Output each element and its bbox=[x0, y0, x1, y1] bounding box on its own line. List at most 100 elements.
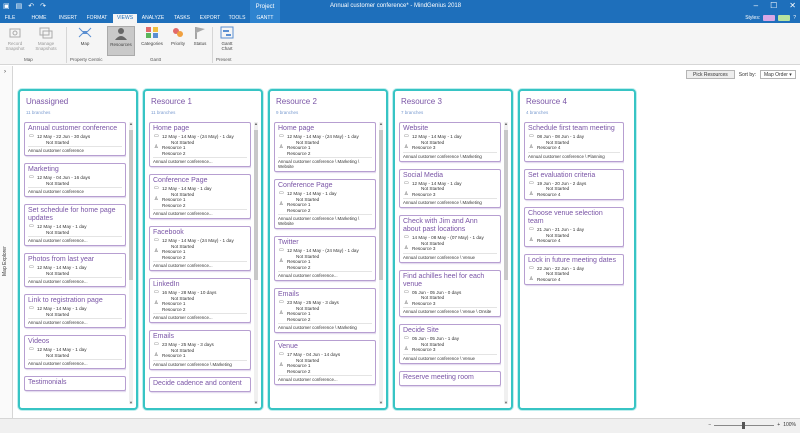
close-icon[interactable]: ✕ bbox=[789, 1, 796, 10]
scroll-thumb[interactable] bbox=[379, 130, 383, 280]
scroll-up-icon[interactable]: ▲ bbox=[379, 121, 383, 126]
zoom-slider-knob[interactable] bbox=[742, 421, 746, 429]
task-card[interactable]: Find achilles heel for each venue ▭ 05 Jun… bbox=[399, 269, 501, 317]
scroll-up-icon[interactable]: ▲ bbox=[129, 121, 133, 126]
task-card[interactable]: Home page ▭ 12 May - 14 May - (24 May) - 1… bbox=[149, 122, 251, 167]
tab-views[interactable]: VIEWS bbox=[113, 14, 137, 23]
task-card[interactable]: Website ▭ 12 May - 14 May - 1 day Not Start… bbox=[399, 122, 501, 162]
categories-view-button[interactable]: Categories bbox=[138, 26, 166, 56]
task-card[interactable]: LinkedIn ▭ 16 May - 28 May - 10 days Not St… bbox=[149, 278, 251, 323]
style-chip-green[interactable] bbox=[778, 15, 791, 21]
zoom-slider[interactable] bbox=[714, 421, 775, 429]
redo-icon[interactable]: ↷ bbox=[40, 2, 46, 10]
undo-icon[interactable]: ↶ bbox=[28, 2, 34, 10]
resource-name: Resource 2 bbox=[162, 306, 186, 312]
maximize-icon[interactable]: ☐ bbox=[770, 1, 777, 10]
record-snapshot-button[interactable]: Record Snapshot bbox=[3, 26, 27, 56]
style-chip-purple[interactable] bbox=[763, 15, 776, 21]
minimize-icon[interactable]: – bbox=[754, 1, 758, 10]
project-context-tab[interactable]: Project bbox=[250, 0, 280, 14]
calendar-icon: ▭ bbox=[29, 174, 34, 180]
help-icon[interactable]: ? bbox=[793, 15, 796, 21]
task-path: Annual customer conference... bbox=[28, 359, 122, 366]
status-view-button[interactable]: Status bbox=[190, 26, 210, 56]
sort-order-select[interactable]: Map Order ▾ bbox=[760, 70, 796, 79]
vertical-scrollbar[interactable]: ▲ ▼ bbox=[129, 121, 133, 405]
pick-resources-button[interactable]: Pick Resources bbox=[686, 70, 735, 79]
title-bar: ▣ ▤ ↶ ↷ Project Annual customer conferen… bbox=[0, 0, 800, 14]
tab-analyze[interactable]: ANALYZE bbox=[139, 14, 167, 23]
expand-panel-icon[interactable]: › bbox=[4, 69, 6, 75]
scroll-up-icon[interactable]: ▲ bbox=[254, 121, 258, 126]
save-icon[interactable]: ▤ bbox=[16, 2, 23, 10]
tab-tools[interactable]: TOOLS bbox=[226, 14, 248, 23]
task-date-row: ▭ 12 May - 14 May - (24 May) - 1 day bbox=[278, 133, 372, 140]
task-card[interactable]: Photos from last year ▭ 12 May - 14 May - … bbox=[24, 253, 126, 287]
task-path: Annual customer conference \ Venue \ Ons… bbox=[403, 307, 497, 314]
map-explorer-panel[interactable]: › Map Explorer bbox=[0, 66, 13, 418]
task-card[interactable]: Home page ▭ 12 May - 14 May - (24 May) - 1… bbox=[274, 122, 376, 172]
scroll-down-icon[interactable]: ▼ bbox=[504, 400, 508, 405]
zoom-in-icon[interactable]: + bbox=[777, 422, 780, 428]
task-card[interactable]: Emails ▭ 23 May - 25 May - 3 days Not Start… bbox=[149, 330, 251, 370]
task-card[interactable]: Facebook ▭ 12 May - 14 May - (24 May) - 1 … bbox=[149, 226, 251, 271]
task-card[interactable]: Set schedule for home page updates ▭ 12 Ma… bbox=[24, 204, 126, 246]
ribbon-tabs: FILE HOME INSERT FORMAT VIEWS ANALYZE TA… bbox=[0, 14, 800, 23]
zoom-out-icon[interactable]: − bbox=[708, 422, 711, 428]
task-card[interactable]: Annual customer conference ▭ 12 May - 22 J… bbox=[24, 122, 126, 156]
task-card[interactable]: Conference Page ▭ 12 May - 14 May - 1 day N… bbox=[149, 174, 251, 219]
zoom-level: 100% bbox=[783, 422, 796, 428]
resource-name: Resource 3 bbox=[412, 145, 436, 150]
task-card[interactable]: Reserve meeting room bbox=[399, 370, 501, 386]
task-card[interactable]: Conference Page ▭ 12 May - 14 May - 1 day N… bbox=[274, 179, 376, 229]
scroll-up-icon[interactable]: ▲ bbox=[504, 121, 508, 126]
vertical-scrollbar[interactable]: ▲ ▼ bbox=[379, 121, 383, 405]
task-card[interactable]: Lock in future meeting dates ▭ 22 Jun - 22… bbox=[524, 253, 624, 285]
vertical-scrollbar[interactable]: ▲ ▼ bbox=[254, 121, 258, 405]
person-icon: ♙ bbox=[529, 237, 534, 243]
task-card[interactable]: Check with Jim and Ann about past locati… bbox=[399, 215, 501, 263]
task-dates: 14 May - 08 May - (07 May) - 1 day bbox=[412, 235, 484, 240]
task-card[interactable]: Decide Site ▭ 05 Jun - 05 Jun - 1 day Not S… bbox=[399, 324, 501, 364]
task-card[interactable]: Emails ▭ 23 May - 25 May - 3 days Not Start… bbox=[274, 288, 376, 333]
tab-format[interactable]: FORMAT bbox=[83, 14, 111, 23]
task-dates: 12 May - 04 Jun - 16 days bbox=[37, 175, 91, 180]
priority-view-button[interactable]: Priority bbox=[168, 26, 188, 56]
scroll-thumb[interactable] bbox=[504, 130, 508, 280]
tab-home[interactable]: HOME bbox=[26, 14, 52, 23]
tab-gantt[interactable]: GANTT bbox=[250, 14, 280, 23]
task-card[interactable]: Social Media ▭ 12 May - 14 May - 1 day Not … bbox=[399, 168, 501, 208]
resources-view-button[interactable]: Resources bbox=[107, 26, 135, 56]
scroll-down-icon[interactable]: ▼ bbox=[129, 400, 133, 405]
tab-insert[interactable]: INSERT bbox=[55, 14, 81, 23]
task-card[interactable]: Set evaluation criteria ▭ 19 Jun - 20 Jun … bbox=[524, 168, 624, 200]
task-card[interactable]: Marketing ▭ 12 May - 04 Jun - 16 days Not S… bbox=[24, 163, 126, 197]
manage-snapshots-button[interactable]: Manage Snapshots bbox=[31, 26, 61, 56]
task-card[interactable]: Videos ▭ 12 May - 14 May - 1 day Not Starte… bbox=[24, 335, 126, 369]
task-date-row: ▭ 12 May - 22 Jun - 30 days bbox=[28, 133, 122, 140]
task-dates: 17 May - 04 Jun - 14 days bbox=[287, 352, 341, 357]
tab-file[interactable]: FILE bbox=[0, 14, 20, 23]
task-dates: 12 May - 14 May - 1 day bbox=[412, 134, 462, 139]
scroll-thumb[interactable] bbox=[254, 130, 258, 280]
tab-tasks[interactable]: TASKS bbox=[170, 14, 194, 23]
task-card[interactable]: Schedule first team meeting ▭ 08 Jun - 08 … bbox=[524, 122, 624, 162]
task-card[interactable]: Link to registration page ▭ 12 May - 14 Ma… bbox=[24, 294, 126, 328]
app-icon[interactable]: ▣ bbox=[3, 2, 10, 10]
tab-export[interactable]: EXPORT bbox=[197, 14, 223, 23]
task-card[interactable]: Twitter ▭ 12 May - 14 May - (24 May) - 1 d… bbox=[274, 236, 376, 281]
task-card[interactable]: Decide cadence and content bbox=[149, 376, 251, 392]
column-title: Resource 3 bbox=[401, 97, 442, 106]
scroll-down-icon[interactable]: ▼ bbox=[254, 400, 258, 405]
task-card[interactable]: Venue ▭ 17 May - 04 Jun - 14 days Not Start… bbox=[274, 340, 376, 385]
scroll-thumb[interactable] bbox=[129, 130, 133, 280]
vertical-scrollbar[interactable]: ▲ ▼ bbox=[504, 121, 508, 405]
task-title: Check with Jim and Ann about past locati… bbox=[403, 218, 478, 233]
task-card[interactable]: Testimonials bbox=[24, 376, 126, 391]
snapshots-icon bbox=[39, 26, 53, 39]
task-card[interactable]: Choose venue selection team ▭ 21 Jun - 21 … bbox=[524, 207, 624, 247]
scroll-down-icon[interactable]: ▼ bbox=[379, 400, 383, 405]
gantt-icon bbox=[220, 26, 234, 39]
gantt-chart-button[interactable]: Gantt Chart bbox=[216, 26, 238, 56]
map-view-button[interactable]: Map bbox=[74, 26, 96, 56]
